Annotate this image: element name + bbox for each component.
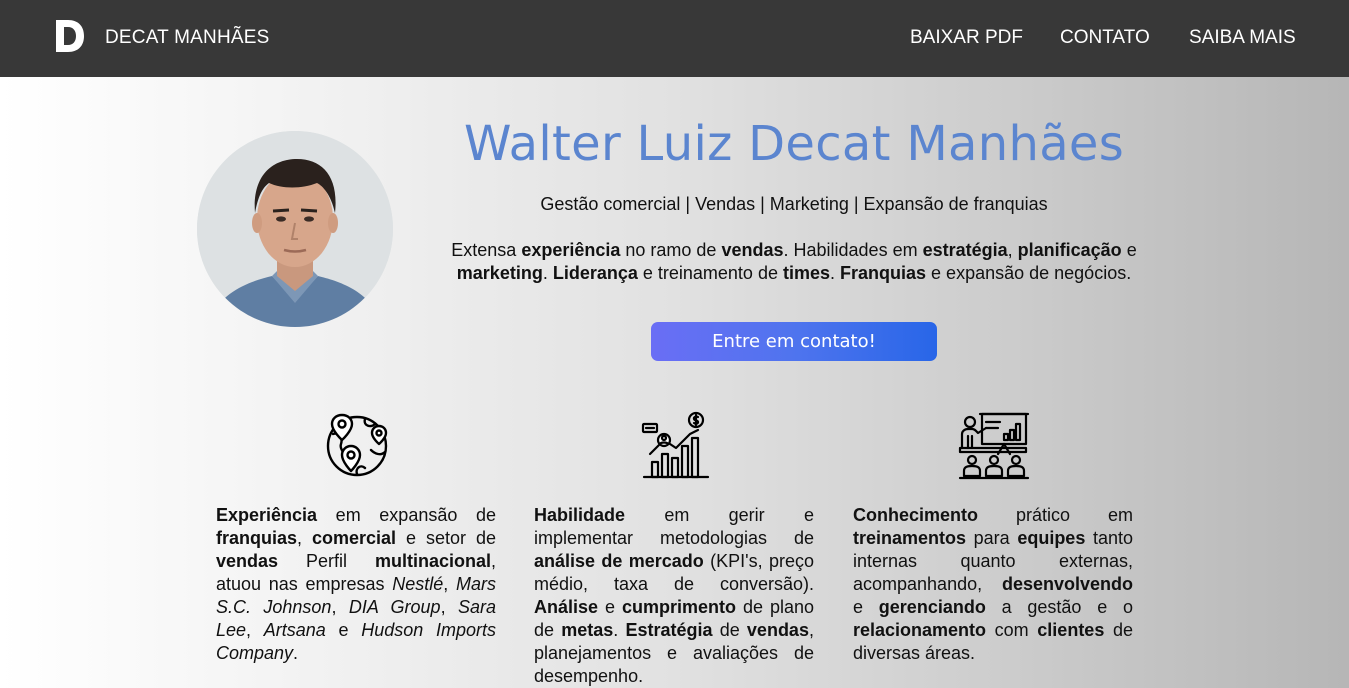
text-run: Extensa bbox=[451, 240, 522, 260]
text-run: no ramo de bbox=[620, 240, 722, 260]
bold-term: relacionamento bbox=[853, 620, 987, 640]
bold-term: Experiência bbox=[216, 505, 318, 525]
person-portrait-icon bbox=[197, 131, 393, 327]
bold-term: Habilidade bbox=[534, 505, 626, 525]
page-title: Walter Luiz Decat Manhães bbox=[463, 116, 1125, 172]
text-run: e bbox=[853, 597, 879, 617]
bold-term: Franquias bbox=[840, 263, 927, 283]
logo-d-icon[interactable] bbox=[56, 20, 84, 52]
text-run: e setor de bbox=[396, 528, 496, 548]
bold-term: clientes bbox=[1037, 620, 1105, 640]
feature-skills-text: Habilidade em gerir e implementar metodo… bbox=[534, 504, 814, 688]
bold-term: análise de mercado bbox=[534, 551, 704, 571]
contact-button[interactable]: Entre em contato! bbox=[651, 322, 937, 361]
feature-knowledge-text: Conhecimento prático em treinamentos par… bbox=[853, 504, 1133, 665]
nav-learn-more[interactable]: SAIBA MAIS bbox=[1189, 27, 1296, 49]
nav-download-pdf[interactable]: BAIXAR PDF bbox=[910, 27, 1023, 49]
tagline: Gestão comercial | Vendas | Marketing | … bbox=[540, 194, 1048, 214]
bold-term: planificação bbox=[1017, 240, 1122, 260]
bold-term: Estratégia bbox=[625, 620, 713, 640]
text-run: e expansão de negócios. bbox=[926, 263, 1132, 283]
company-name: DIA Group bbox=[348, 597, 441, 617]
text-run: . bbox=[293, 643, 299, 663]
text-run: a gestão e o bbox=[985, 597, 1133, 617]
text-run: e bbox=[1121, 240, 1137, 260]
text-run: , bbox=[443, 574, 456, 594]
bold-term: multinacional bbox=[374, 551, 491, 571]
bold-term: cumprimento bbox=[621, 597, 736, 617]
company-name: Artsana bbox=[263, 620, 326, 640]
text-run: , bbox=[440, 597, 458, 617]
bold-term: treinamentos bbox=[853, 528, 967, 548]
text-run: de bbox=[712, 620, 747, 640]
bold-term: Conhecimento bbox=[853, 505, 979, 525]
bold-term: vendas bbox=[216, 551, 279, 571]
text-run: e treinamento de bbox=[637, 263, 783, 283]
text-run: , bbox=[331, 597, 349, 617]
top-navbar: DECAT MANHÃES BAIXAR PDF CONTATO SAIBA M… bbox=[0, 0, 1349, 77]
bold-term: vendas bbox=[721, 240, 784, 260]
text-run: com bbox=[986, 620, 1038, 640]
text-run: Perfil bbox=[278, 551, 375, 571]
text-run: em expansão de bbox=[317, 505, 496, 525]
company-name: Nestlé bbox=[392, 574, 444, 594]
bold-term: marketing bbox=[456, 263, 543, 283]
profile-photo bbox=[197, 131, 393, 327]
feature-experience-text: Experiência em expansão de franquias, co… bbox=[216, 504, 496, 665]
bold-term: equipes bbox=[1017, 528, 1086, 548]
bold-term: experiência bbox=[521, 240, 621, 260]
text-run: e bbox=[325, 620, 362, 640]
text-run: . bbox=[542, 263, 553, 283]
bold-term: comercial bbox=[312, 528, 397, 548]
bold-term: franquias bbox=[216, 528, 298, 548]
bold-term: vendas bbox=[746, 620, 809, 640]
summary-text: Extensa experiência no ramo de vendas. H… bbox=[445, 239, 1143, 285]
text-run: . Habilidades em bbox=[783, 240, 923, 260]
globe-pins-icon bbox=[326, 413, 388, 477]
brand-name[interactable]: DECAT MANHÃES bbox=[105, 27, 269, 49]
text-run: . bbox=[613, 620, 626, 640]
text-run: e bbox=[598, 597, 622, 617]
text-run: . bbox=[830, 263, 841, 283]
bold-term: times bbox=[782, 263, 830, 283]
text-run: , bbox=[297, 528, 312, 548]
bold-term: Análise bbox=[534, 597, 599, 617]
bold-term: estratégia bbox=[922, 240, 1008, 260]
text-run: prático em bbox=[978, 505, 1133, 525]
nav-contact[interactable]: CONTATO bbox=[1060, 27, 1150, 49]
text-run: para bbox=[966, 528, 1018, 548]
training-presentation-icon bbox=[958, 412, 1030, 480]
bold-term: metas bbox=[561, 620, 614, 640]
text-run: , bbox=[1007, 240, 1018, 260]
market-analysis-icon bbox=[641, 411, 710, 479]
text-run: , bbox=[246, 620, 264, 640]
bold-term: Liderança bbox=[552, 263, 638, 283]
bold-term: desenvolvendo bbox=[1001, 574, 1133, 594]
bold-term: gerenciando bbox=[878, 597, 986, 617]
